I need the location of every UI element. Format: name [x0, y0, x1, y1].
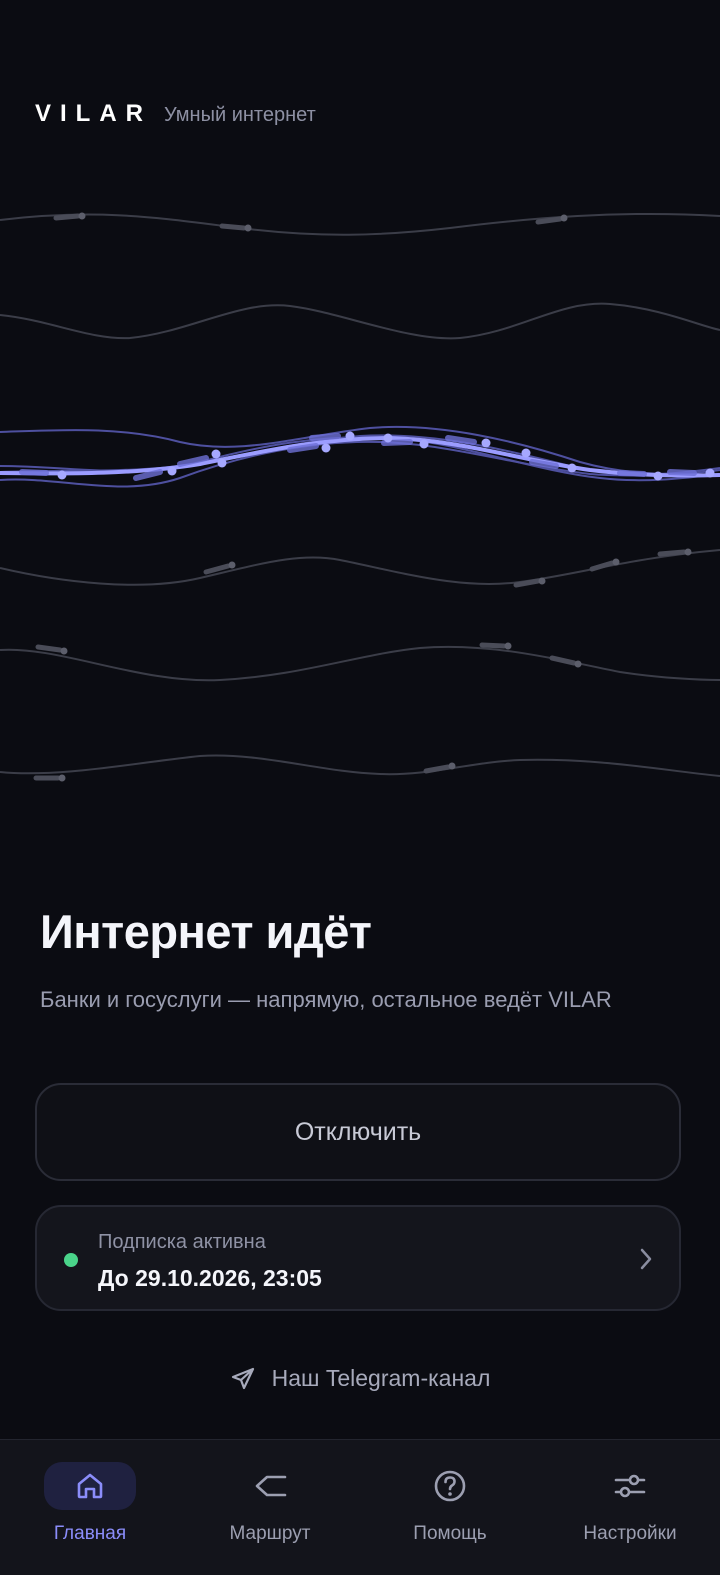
nav-item-route[interactable]: Маршрут [180, 1440, 360, 1575]
paper-plane-icon [231, 1367, 254, 1389]
telegram-channel-link[interactable]: Наш Telegram-канал [0, 1365, 720, 1392]
help-icon [434, 1470, 466, 1502]
nav-item-help[interactable]: Помощь [360, 1440, 540, 1575]
connection-status-title: Интернет идёт [40, 905, 372, 958]
brand-logo: VILAR [35, 100, 152, 127]
nav-label-settings: Настройки [583, 1523, 677, 1544]
nav-item-settings[interactable]: Настройки [540, 1440, 720, 1575]
brand-header: VILAR Умный интернет [35, 100, 316, 128]
disconnect-button[interactable]: Отключить [35, 1083, 681, 1181]
nav-label-help: Помощь [413, 1523, 487, 1544]
wave-line [0, 302, 720, 340]
route-icon [255, 1475, 287, 1497]
subscription-card[interactable]: Подписка активна До 29.10.2026, 23:05 [35, 1205, 681, 1311]
subscription-status-label: Подписка активна [98, 1231, 266, 1253]
home-icon [77, 1473, 103, 1499]
nav-item-home[interactable]: Главная [0, 1440, 180, 1575]
nav-icon-wrap [404, 1462, 496, 1510]
nav-icon-wrap [224, 1462, 316, 1510]
traffic-waves-illustration [0, 212, 720, 782]
telegram-channel-label: Наш Telegram-канал [271, 1365, 491, 1391]
connection-status-description: Банки и госуслуги — напрямую, остальное … [40, 987, 612, 1012]
subscription-status-dot [64, 1253, 78, 1267]
bottom-navigation: Главная Маршрут Помощь Настройки [0, 1439, 720, 1575]
wave-line [0, 754, 720, 777]
nav-label-home: Главная [53, 1523, 127, 1544]
brand-tagline: Умный интернет [164, 104, 316, 126]
wave-line [0, 212, 720, 236]
settings-sliders-icon [614, 1474, 646, 1498]
wave-line [0, 549, 720, 586]
wave-line [0, 645, 720, 682]
subscription-expiry: До 29.10.2026, 23:05 [98, 1265, 322, 1291]
nav-active-indicator [44, 1462, 136, 1510]
nav-icon-wrap [584, 1462, 676, 1510]
nav-label-route: Маршрут [229, 1523, 311, 1544]
chevron-right-icon [640, 1248, 652, 1270]
